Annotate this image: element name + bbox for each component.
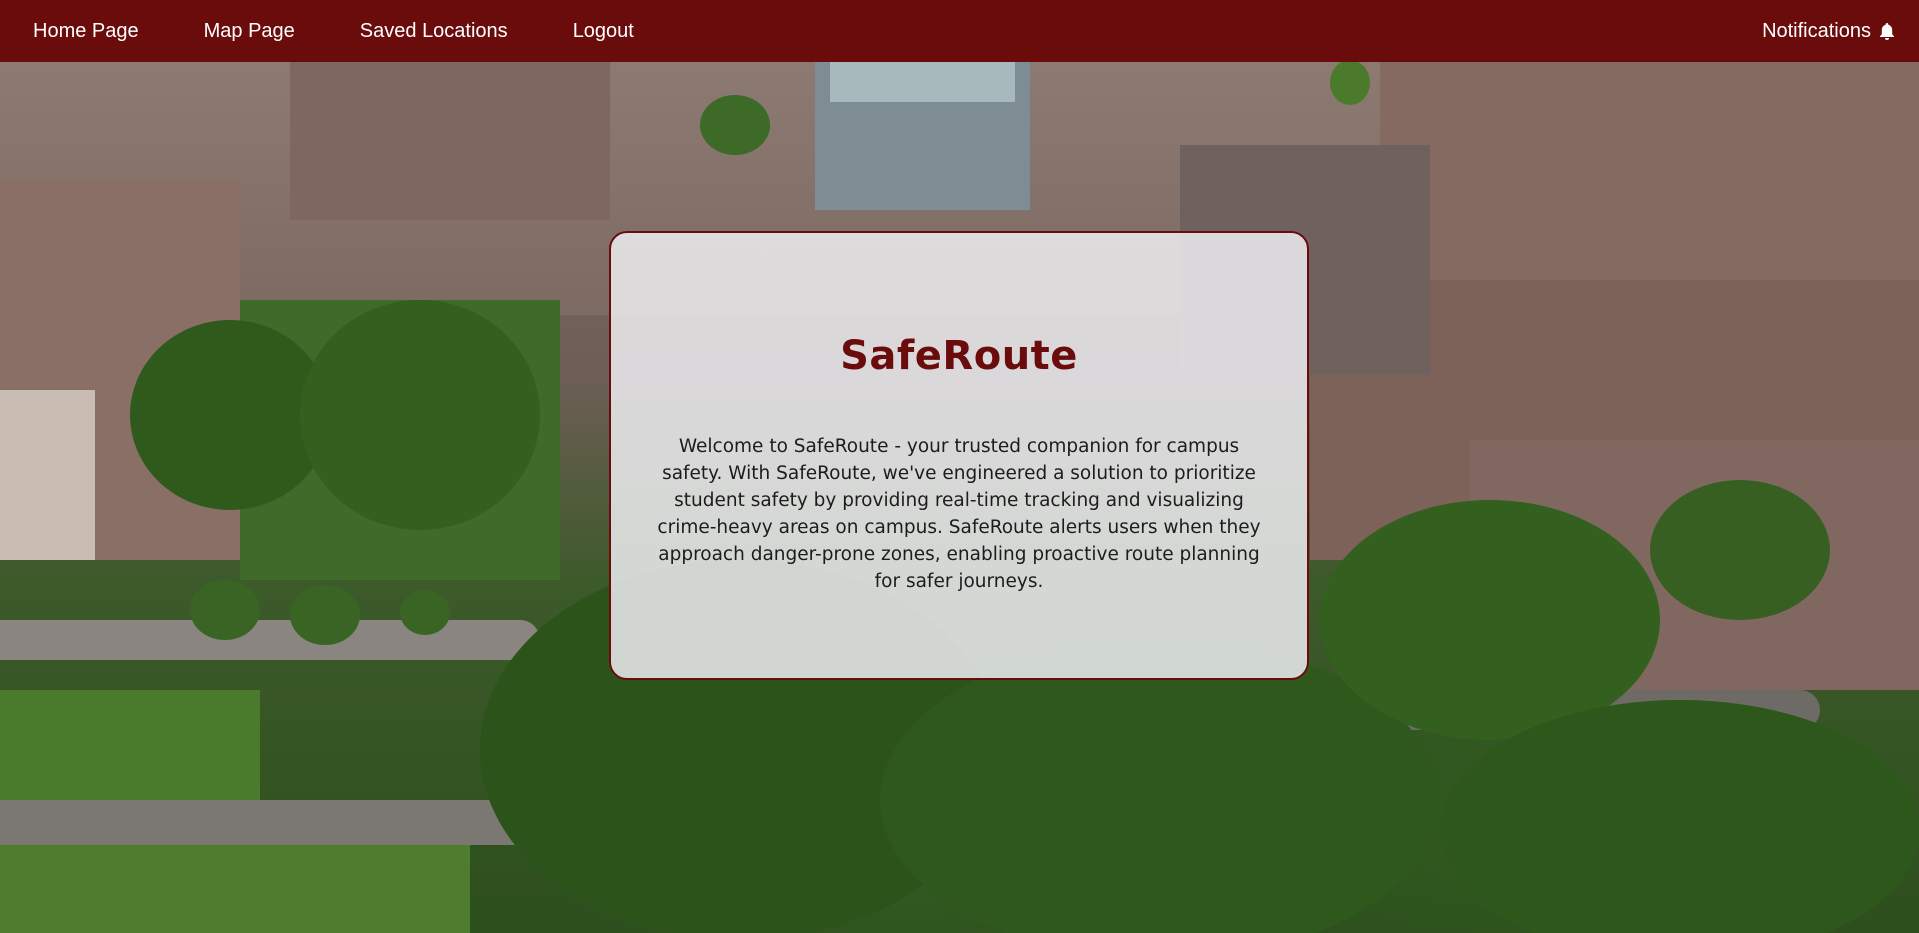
nav-logout-link[interactable]: Logout [573, 20, 634, 43]
nav-home-page-link[interactable]: Home Page [33, 20, 139, 43]
top-navbar: Home Page Map Page Saved Locations Logou… [0, 0, 1919, 62]
nav-saved-locations-link[interactable]: Saved Locations [360, 20, 508, 43]
nav-links: Home Page Map Page Saved Locations Logou… [0, 0, 699, 62]
notifications-label: Notifications [1762, 19, 1871, 42]
bell-icon [1877, 21, 1897, 41]
nav-map-page-link[interactable]: Map Page [204, 20, 295, 43]
card-description: Welcome to SafeRoute - your trusted comp… [657, 436, 1261, 592]
welcome-card: SafeRoute Welcome to SafeRoute - your tr… [609, 231, 1309, 680]
card-title: SafeRoute [840, 333, 1078, 379]
page: Home Page Map Page Saved Locations Logou… [0, 0, 1919, 933]
notifications-button[interactable]: Notifications [1762, 20, 1897, 43]
